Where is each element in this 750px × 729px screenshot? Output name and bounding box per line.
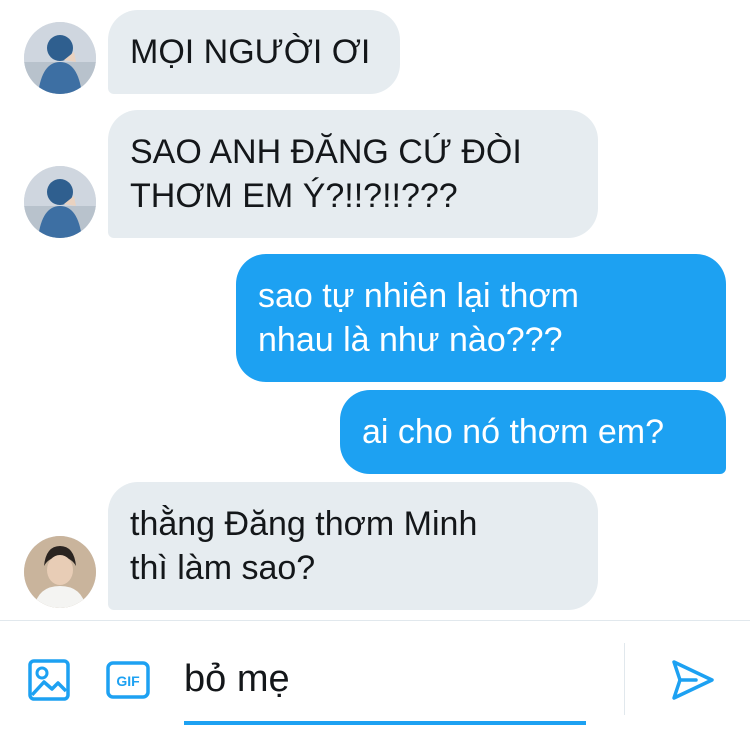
person-photo-icon	[24, 166, 96, 238]
avatar-sender-2[interactable]	[24, 536, 96, 608]
person-photo-icon	[24, 536, 96, 608]
message-bubble-incoming[interactable]: SAO ANH ĐĂNG CỨ ĐÒI THƠM EM Ý?!!?!!???	[108, 110, 598, 238]
send-icon[interactable]	[670, 657, 716, 708]
gif-icon-label: GIF	[116, 673, 140, 689]
person-photo-icon	[24, 22, 96, 94]
avatar-sender-1[interactable]	[24, 22, 96, 94]
conversation: MỌI NGƯỜI ƠI SAO ANH ĐĂNG CỨ ĐÒI THƠM EM…	[0, 0, 750, 620]
message-bubble-outgoing[interactable]: sao tự nhiên lại thơm nhau là như nào???	[236, 254, 726, 382]
gif-icon[interactable]: GIF	[106, 661, 150, 704]
input-focus-underline	[184, 721, 586, 725]
message-bubble-incoming[interactable]: MỌI NGƯỜI ƠI	[108, 10, 400, 94]
image-icon[interactable]	[28, 659, 70, 706]
avatar-sender-1[interactable]	[24, 166, 96, 238]
message-bubble-incoming[interactable]: thằng Đăng thơm Minh thì làm sao?	[108, 482, 598, 610]
message-bubble-outgoing[interactable]: ai cho nó thơm em?	[340, 390, 726, 474]
message-input[interactable]: bỏ mẹ	[184, 657, 290, 701]
message-composer: GIF bỏ mẹ	[0, 620, 750, 729]
composer-divider	[624, 643, 625, 715]
